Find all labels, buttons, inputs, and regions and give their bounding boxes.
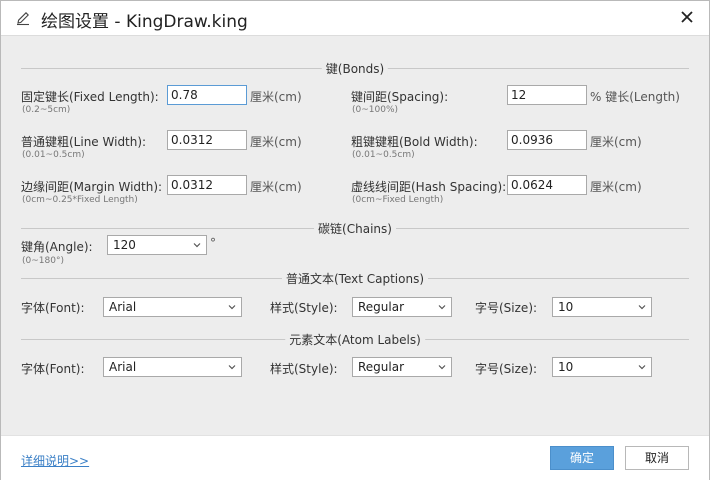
hash-spacing-hint: (0cm~Fixed Length) — [352, 195, 444, 205]
caption-style-label: 样式(Style): — [270, 301, 338, 315]
atom-style-select[interactable]: Regular — [352, 357, 452, 377]
settings-body: 键(Bonds) 固定键长(Fixed Length): (0.2~5cm) 厘… — [1, 36, 709, 436]
line-width-unit: 厘米(cm) — [250, 135, 302, 149]
bold-width-label: 粗键键粗(Bold Width): — [351, 135, 478, 149]
atom-font-select[interactable]: Arial — [103, 357, 242, 377]
chevron-down-icon — [638, 365, 646, 370]
caption-font-select[interactable]: Arial — [103, 297, 242, 317]
angle-label: 键角(Angle): — [21, 240, 93, 254]
line-width-hint: (0.01~0.5cm) — [22, 150, 85, 160]
caption-size-value: 10 — [558, 300, 574, 314]
title-bar: 绘图设置 - KingDraw.king — [1, 1, 709, 36]
spacing-input[interactable] — [507, 85, 587, 105]
line-width-label: 普通键粗(Line Width): — [21, 135, 147, 149]
spacing-label: 键间距(Spacing): — [351, 90, 449, 104]
angle-hint: (0~180°) — [22, 256, 64, 266]
chevron-down-icon — [228, 305, 236, 310]
close-icon[interactable] — [679, 9, 695, 25]
hash-spacing-unit: 厘米(cm) — [590, 180, 642, 194]
chains-section-label: 碳链(Chains) — [314, 220, 396, 237]
margin-width-unit: 厘米(cm) — [250, 180, 302, 194]
bonds-section-header: 键(Bonds) — [21, 60, 689, 77]
fixed-length-input[interactable] — [167, 85, 247, 105]
atom-labels-section-header: 元素文本(Atom Labels) — [21, 331, 689, 348]
margin-width-input[interactable] — [167, 175, 247, 195]
margin-width-hint: (0cm~0.25*Fixed Length) — [22, 195, 138, 205]
atom-font-value: Arial — [109, 360, 137, 374]
atom-size-value: 10 — [558, 360, 574, 374]
bold-width-hint: (0.01~0.5cm) — [352, 150, 415, 160]
drawing-settings-dialog: 绘图设置 - KingDraw.king 键(Bonds) 固定键长(Fixed… — [0, 0, 710, 482]
angle-select[interactable]: 120 — [107, 235, 207, 255]
caption-font-value: Arial — [109, 300, 137, 314]
ok-button[interactable]: 确定 — [550, 446, 614, 470]
fixed-length-hint: (0.2~5cm) — [22, 105, 71, 115]
dialog-footer: 详细说明>> 确定 取消 — [1, 435, 709, 482]
details-link[interactable]: 详细说明>> — [21, 452, 89, 469]
window-title: 绘图设置 - KingDraw.king — [41, 12, 248, 32]
chevron-down-icon — [438, 365, 446, 370]
bonds-section-label: 键(Bonds) — [321, 60, 389, 77]
caption-font-label: 字体(Font): — [21, 301, 85, 315]
atom-size-label: 字号(Size): — [475, 362, 538, 376]
chains-section-header: 碳链(Chains) — [21, 220, 689, 237]
margin-width-label: 边缘间距(Margin Width): — [21, 180, 163, 194]
text-captions-section-label: 普通文本(Text Captions) — [281, 270, 429, 287]
atom-font-label: 字体(Font): — [21, 362, 85, 376]
chevron-down-icon — [638, 305, 646, 310]
chevron-down-icon — [228, 365, 236, 370]
cancel-button[interactable]: 取消 — [625, 446, 689, 470]
angle-unit: ° — [210, 236, 216, 250]
fixed-length-unit: 厘米(cm) — [250, 90, 302, 104]
hash-spacing-label: 虚线线间距(Hash Spacing): — [351, 180, 507, 194]
bold-width-unit: 厘米(cm) — [590, 135, 642, 149]
caption-style-select[interactable]: Regular — [352, 297, 452, 317]
angle-value: 120 — [113, 238, 136, 252]
pencil-icon — [17, 12, 29, 26]
spacing-unit: % 键长(Length) — [590, 90, 680, 104]
atom-style-label: 样式(Style): — [270, 362, 338, 376]
atom-labels-section-label: 元素文本(Atom Labels) — [285, 331, 425, 348]
atom-size-select[interactable]: 10 — [552, 357, 652, 377]
spacing-hint: (0~100%) — [352, 105, 399, 115]
text-captions-section-header: 普通文本(Text Captions) — [21, 270, 689, 287]
caption-size-label: 字号(Size): — [475, 301, 538, 315]
caption-style-value: Regular — [358, 300, 405, 314]
bold-width-input[interactable] — [507, 130, 587, 150]
atom-style-value: Regular — [358, 360, 405, 374]
chevron-down-icon — [438, 305, 446, 310]
hash-spacing-input[interactable] — [507, 175, 587, 195]
line-width-input[interactable] — [167, 130, 247, 150]
fixed-length-label: 固定键长(Fixed Length): — [21, 90, 159, 104]
caption-size-select[interactable]: 10 — [552, 297, 652, 317]
chevron-down-icon — [193, 243, 201, 248]
